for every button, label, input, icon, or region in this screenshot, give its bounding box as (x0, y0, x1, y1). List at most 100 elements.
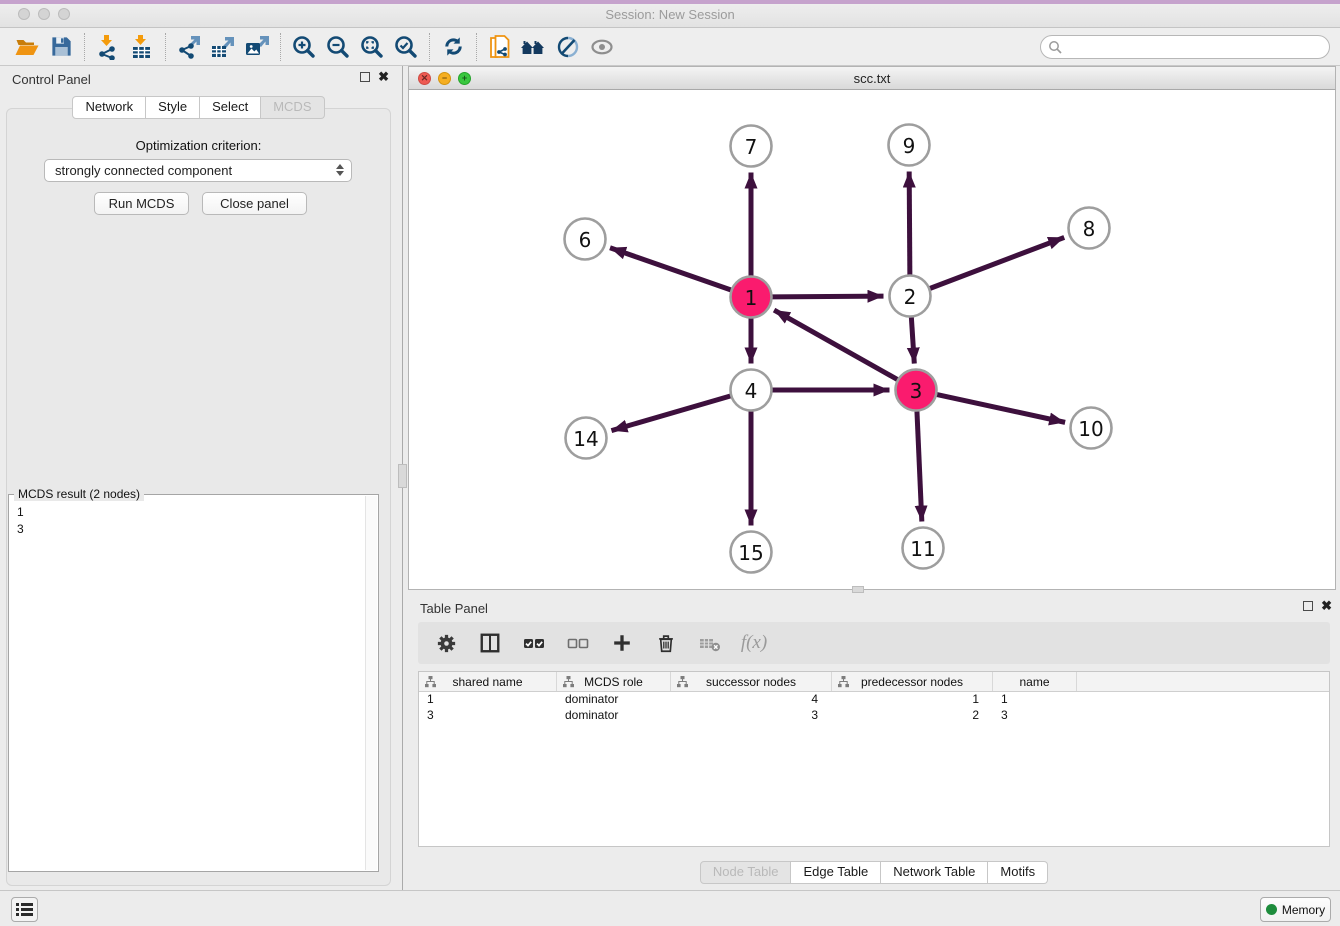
svg-text:10: 10 (1078, 417, 1103, 441)
edge-3-10[interactable] (937, 395, 1065, 423)
graph-node-14[interactable]: 14 (566, 418, 607, 459)
optimization-criterion-select[interactable]: strongly connected component (44, 159, 352, 182)
refresh-button[interactable] (436, 31, 470, 63)
table-cell[interactable]: 3 (419, 708, 557, 724)
table-cell[interactable]: dominator (557, 708, 671, 724)
edge-1-6[interactable] (610, 248, 731, 290)
table-cell[interactable]: dominator (557, 692, 671, 708)
table-panel-close-icon[interactable]: ✖ (1321, 600, 1332, 612)
table-cell[interactable]: 4 (671, 692, 832, 708)
table-cell[interactable]: 1 (832, 692, 993, 708)
graph-node-6[interactable]: 6 (565, 219, 606, 260)
zoom-fit-button[interactable] (355, 31, 389, 63)
memory-button[interactable]: Memory (1260, 897, 1331, 922)
columns-icon (479, 632, 501, 654)
eye-icon (589, 34, 615, 60)
mcds-result-scrollbar[interactable] (365, 496, 377, 870)
tab-motifs[interactable]: Motifs (988, 861, 1048, 884)
table-cell[interactable]: 3 (993, 708, 1077, 724)
graph-node-1[interactable]: 1 (731, 277, 772, 318)
control-panel-float-icon[interactable] (360, 72, 370, 82)
table-row[interactable]: 1dominator411 (419, 692, 1329, 708)
zoom-out-button[interactable] (321, 31, 355, 63)
column-header-MCDS-role[interactable]: MCDS role (557, 672, 671, 691)
sort-tree-icon (677, 676, 688, 688)
export-image-icon (244, 34, 270, 60)
graph-node-2[interactable]: 2 (890, 276, 931, 317)
edge-3-11[interactable] (917, 411, 922, 521)
sort-tree-icon (838, 676, 849, 688)
node-table[interactable]: shared nameMCDS rolesuccessor nodesprede… (418, 671, 1330, 847)
close-panel-button[interactable]: Close panel (202, 192, 307, 215)
show-panel-button[interactable] (585, 31, 619, 63)
vertical-splitter-handle[interactable] (398, 464, 407, 488)
open-session-button[interactable] (10, 31, 44, 63)
column-header-name[interactable]: name (993, 672, 1077, 691)
column-header-shared-name[interactable]: shared name (419, 672, 557, 691)
network-window-titlebar: ✕ − + scc.txt (408, 66, 1336, 90)
table-cell[interactable]: 1 (993, 692, 1077, 708)
horizontal-splitter-handle[interactable] (852, 586, 864, 593)
table-settings-button[interactable] (432, 629, 460, 657)
table-row[interactable]: 3dominator323 (419, 708, 1329, 724)
search-box[interactable] (1040, 35, 1330, 59)
graph-node-4[interactable]: 4 (731, 370, 772, 411)
zoom-fit-icon (359, 34, 385, 60)
network-graph[interactable]: 7 9 6 8 1 2 4 3 14 10 15 11 (409, 90, 1335, 588)
network-from-document-button[interactable] (483, 31, 517, 63)
edge-1-2[interactable] (772, 296, 883, 297)
graph-node-15[interactable]: 15 (731, 532, 772, 573)
graph-node-8[interactable]: 8 (1069, 208, 1110, 249)
zoom-in-button[interactable] (287, 31, 321, 63)
table-cell[interactable]: 1 (419, 692, 557, 708)
export-network-button[interactable] (172, 31, 206, 63)
edge-2-9[interactable] (909, 171, 910, 274)
function-builder-button[interactable]: f(x) (740, 629, 768, 657)
edge-2-3[interactable] (911, 317, 914, 363)
edge-2-8[interactable] (930, 237, 1064, 288)
checked-checkboxes-icon (522, 631, 546, 655)
zoom-selected-button[interactable] (389, 31, 423, 63)
column-layout-button[interactable] (476, 629, 504, 657)
table-cell[interactable]: 2 (832, 708, 993, 724)
task-history-button[interactable] (11, 897, 38, 922)
graph-node-3[interactable]: 3 (896, 370, 937, 411)
delete-table-button[interactable] (696, 629, 724, 657)
tab-style[interactable]: Style (146, 96, 200, 119)
search-input[interactable] (1066, 38, 1329, 56)
deselect-all-checkboxes-button[interactable] (564, 629, 592, 657)
export-image-button[interactable] (240, 31, 274, 63)
delete-column-button[interactable] (652, 629, 680, 657)
tab-network-table[interactable]: Network Table (881, 861, 988, 884)
run-mcds-button[interactable]: Run MCDS (94, 192, 189, 215)
home-view-button[interactable] (517, 31, 551, 63)
graph-node-7[interactable]: 7 (731, 126, 772, 167)
select-all-checkboxes-button[interactable] (520, 629, 548, 657)
vertical-splitter[interactable] (397, 66, 408, 890)
svg-text:9: 9 (903, 134, 916, 158)
add-column-button[interactable] (608, 629, 636, 657)
save-session-button[interactable] (44, 31, 78, 63)
export-table-button[interactable] (206, 31, 240, 63)
hide-panel-button[interactable] (551, 31, 585, 63)
graph-node-11[interactable]: 11 (903, 528, 944, 569)
graph-node-10[interactable]: 10 (1071, 408, 1112, 449)
import-network-button[interactable] (91, 31, 125, 63)
table-panel-float-icon[interactable] (1303, 601, 1313, 611)
tab-mcds[interactable]: MCDS (261, 96, 324, 119)
tab-edge-table[interactable]: Edge Table (791, 861, 881, 884)
column-header-successor-nodes[interactable]: successor nodes (671, 672, 832, 691)
tab-network[interactable]: Network (72, 96, 146, 119)
control-panel-close-icon[interactable]: ✖ (378, 71, 389, 83)
network-canvas[interactable]: 7 9 6 8 1 2 4 3 14 10 15 11 (408, 90, 1336, 590)
edge-4-14[interactable] (611, 396, 730, 431)
tab-node-table[interactable]: Node Table (700, 861, 792, 884)
table-panel-tabs: Node Table Edge Table Network Table Moti… (408, 861, 1340, 884)
svg-text:15: 15 (738, 541, 763, 565)
column-header-predecessor-nodes[interactable]: predecessor nodes (832, 672, 993, 691)
edge-3-1[interactable] (774, 310, 897, 379)
table-cell[interactable]: 3 (671, 708, 832, 724)
import-table-button[interactable] (125, 31, 159, 63)
tab-select[interactable]: Select (200, 96, 261, 119)
graph-node-9[interactable]: 9 (889, 125, 930, 166)
